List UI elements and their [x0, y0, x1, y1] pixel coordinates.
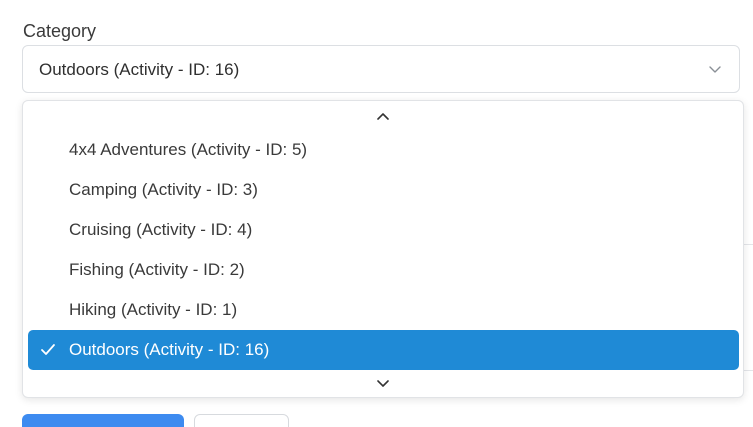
category-select[interactable]: Outdoors (Activity - ID: 16) [22, 45, 740, 93]
chevron-down-icon[interactable] [376, 378, 390, 390]
category-select-page: Category Outdoors (Activity - ID: 16) 4x… [0, 0, 753, 427]
option-cruising[interactable]: Cruising (Activity - ID: 4) [28, 210, 739, 250]
secondary-button[interactable] [194, 414, 289, 427]
option-label: Camping (Activity - ID: 3) [69, 180, 258, 199]
option-outdoors[interactable]: Outdoors (Activity - ID: 16) [28, 330, 739, 370]
option-fishing[interactable]: Fishing (Activity - ID: 2) [28, 250, 739, 290]
category-label: Category [23, 21, 97, 41]
option-label: Outdoors (Activity - ID: 16) [69, 340, 270, 359]
check-icon [41, 344, 55, 355]
option-label: Hiking (Activity - ID: 1) [69, 300, 238, 319]
option-4x4-adventures[interactable]: 4x4 Adventures (Activity - ID: 5) [28, 130, 739, 170]
option-hiking[interactable]: Hiking (Activity - ID: 1) [28, 290, 739, 330]
option-camping[interactable]: Camping (Activity - ID: 3) [28, 170, 739, 210]
chevron-up-icon[interactable] [376, 110, 390, 122]
chevron-down-icon [709, 66, 721, 73]
option-label: Cruising (Activity - ID: 4) [69, 220, 253, 239]
category-dropdown-menu: 4x4 Adventures (Activity - ID: 5) Campin… [22, 100, 744, 398]
primary-button[interactable] [22, 414, 184, 427]
option-label: Fishing (Activity - ID: 2) [69, 260, 245, 279]
option-list: 4x4 Adventures (Activity - ID: 5) Campin… [28, 130, 739, 370]
option-label: 4x4 Adventures (Activity - ID: 5) [69, 140, 308, 159]
category-select-value: Outdoors (Activity - ID: 16) [39, 60, 240, 79]
